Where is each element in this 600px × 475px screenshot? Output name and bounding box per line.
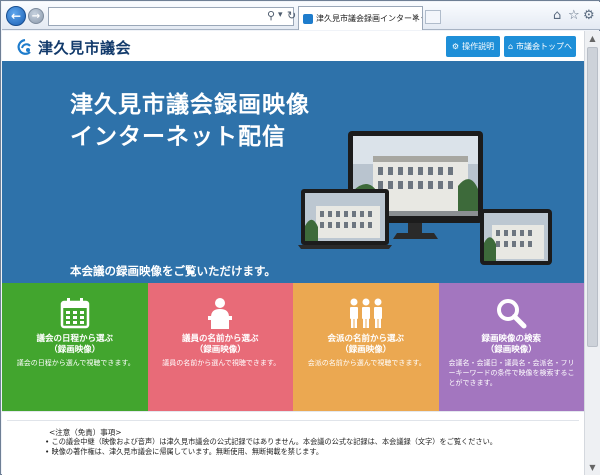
calendar-icon (2, 297, 148, 331)
hero-subtitle: 本会議の録画映像をご覧いただけます。 (70, 264, 276, 278)
hero-title-line2: インターネット配信 (70, 124, 286, 150)
group-icon (293, 297, 439, 331)
browser-tab[interactable]: 津久見市議会録画インターネット… ✕ (298, 6, 423, 30)
settings-gear-icon[interactable]: ⚙ (583, 8, 595, 23)
new-tab-button[interactable] (425, 10, 441, 24)
card-by-member[interactable]: 議員の名前から選ぶ （録画映像） 議員の名前から選んで視聴できます。 (147, 283, 294, 411)
vertical-scrollbar[interactable]: ▲ ▼ (584, 31, 600, 475)
logo-swirl-icon (17, 38, 31, 55)
card-title: 議会の日程から選ぶ （録画映像） (2, 334, 148, 356)
scroll-down-arrow-icon[interactable]: ▼ (585, 460, 600, 475)
search-icon[interactable]: ⚲ (267, 9, 275, 22)
home-icon: ⌂ (507, 42, 514, 51)
hero-banner: 津久見市議会録画映像 インターネット配信 本会議の録画映像をご覧いただけます。 (2, 61, 584, 283)
manual-button[interactable]: ⚙ 操作説明 (446, 36, 500, 57)
card-by-schedule[interactable]: 議会の日程から選ぶ （録画映像） 議会の日程から選んで視聴できます。 (2, 283, 148, 411)
menu-cards: 議会の日程から選ぶ （録画映像） 議会の日程から選んで視聴できます。 議員の名前… (2, 283, 584, 411)
card-description: 会議名・会議日・議員名・会派名・フリーキーワードの条件で映像を検索することができ… (448, 359, 575, 387)
disclaimer-section: <注意（免責）事項> • この議会中継（映像および音声）は津久見市議会の公式記録… (2, 411, 584, 475)
card-description: 議会の日程から選んで視聴できます。 (16, 359, 135, 367)
card-title-line2: （録画映像） (49, 345, 101, 355)
council-top-button[interactable]: ⌂ 市議会トップへ (504, 36, 576, 57)
card-description: 会派の名前から選んで視聴できます。 (307, 359, 426, 367)
site-name: 津久見市議会 (38, 39, 132, 57)
card-search[interactable]: 録画映像の検索 （録画映像） 会議名・会議日・議員名・会派名・フリーキーワードの… (438, 283, 585, 411)
disclaimer-item-2: 映像の著作権は、津久見市議会に帰属しています。無断使用、無断掲載を禁じます。 (51, 446, 324, 456)
card-title-line1: 議会の日程から選ぶ (36, 334, 113, 344)
card-title-line2: （録画映像） (340, 345, 392, 355)
scroll-thumb[interactable] (587, 47, 598, 347)
hero-title-line1: 津久見市議会録画映像 (70, 92, 310, 118)
refresh-icon[interactable]: ↻ (287, 9, 296, 22)
card-title-line1: 議員の名前から選ぶ (181, 334, 259, 344)
scroll-up-arrow-icon[interactable]: ▲ (585, 31, 600, 46)
hero-title: 津久見市議会録画映像 インターネット配信 (70, 89, 310, 153)
disclaimer-list: • この議会中継（映像および音声）は津久見市議会の公式記録ではありません。本会議… (45, 437, 497, 456)
council-top-button-label: 市議会トップへ (516, 42, 573, 51)
card-title-line2: （録画映像） (194, 345, 246, 355)
web-page: 津久見市議会 ⚙ 操作説明 ⌂ 市議会トップへ 津久見市議会録画映像 インターネ… (2, 31, 584, 475)
card-title-line1: 会派の名前から選ぶ (327, 334, 404, 344)
manual-button-label: 操作説明 (462, 42, 495, 51)
dropdown-arrow-icon[interactable]: ▾ (278, 10, 283, 20)
card-title: 会派の名前から選ぶ （録画映像） (293, 334, 439, 356)
card-title: 録画映像の検索 （録画映像） (439, 334, 585, 356)
magnifier-icon (439, 297, 585, 331)
card-title: 議員の名前から選ぶ （録画映像） (148, 334, 294, 356)
card-title-line1: 録画映像の検索 (481, 334, 541, 344)
browser-window: ← → ⚲ ▾ ↻ 津久見市議会録画インターネット… ✕ ⌂ ☆ ⚙ 津久見市議… (0, 0, 600, 475)
speaker-podium-icon (148, 297, 294, 331)
list-item: • この議会中継（映像および音声）は津久見市議会の公式記録ではありません。本会議… (45, 437, 497, 446)
disclaimer-box: <注意（免責）事項> • この議会中継（映像および音声）は津久見市議会の公式記録… (7, 420, 579, 475)
card-description: 議員の名前から選んで視聴できます。 (162, 359, 281, 367)
site-logo[interactable]: 津久見市議会 (16, 37, 131, 58)
site-header: 津久見市議会 ⚙ 操作説明 ⌂ 市議会トップへ (2, 31, 584, 61)
card-by-faction[interactable]: 会派の名前から選ぶ （録画映像） 会派の名前から選んで視聴できます。 (293, 283, 439, 411)
site-favicon-icon (303, 13, 313, 24)
card-title-line2: （録画映像） (485, 345, 537, 355)
close-tab-icon[interactable]: ✕ (411, 13, 419, 23)
disclaimer-item-1: この議会中継（映像および音声）は津久見市議会の公式記録ではありません。本会議の公… (51, 437, 497, 446)
tab-title: 津久見市議会録画インターネット… (316, 14, 422, 23)
list-item: • 映像の著作権は、津久見市議会に帰属しています。無断使用、無断掲載を禁じます。 (45, 446, 324, 456)
browser-toolbar: ← → ⚲ ▾ ↻ 津久見市議会録画インターネット… ✕ ⌂ ☆ ⚙ (2, 2, 600, 30)
favorites-star-icon[interactable]: ☆ (568, 8, 580, 23)
home-icon[interactable]: ⌂ (553, 8, 561, 23)
gear-icon: ⚙ (451, 42, 460, 51)
address-bar[interactable]: ⚲ ▾ ↻ (48, 7, 296, 26)
back-arrow-icon[interactable]: ← (6, 6, 26, 26)
devices-illustration (298, 131, 552, 265)
forward-arrow-icon[interactable]: → (28, 8, 44, 24)
